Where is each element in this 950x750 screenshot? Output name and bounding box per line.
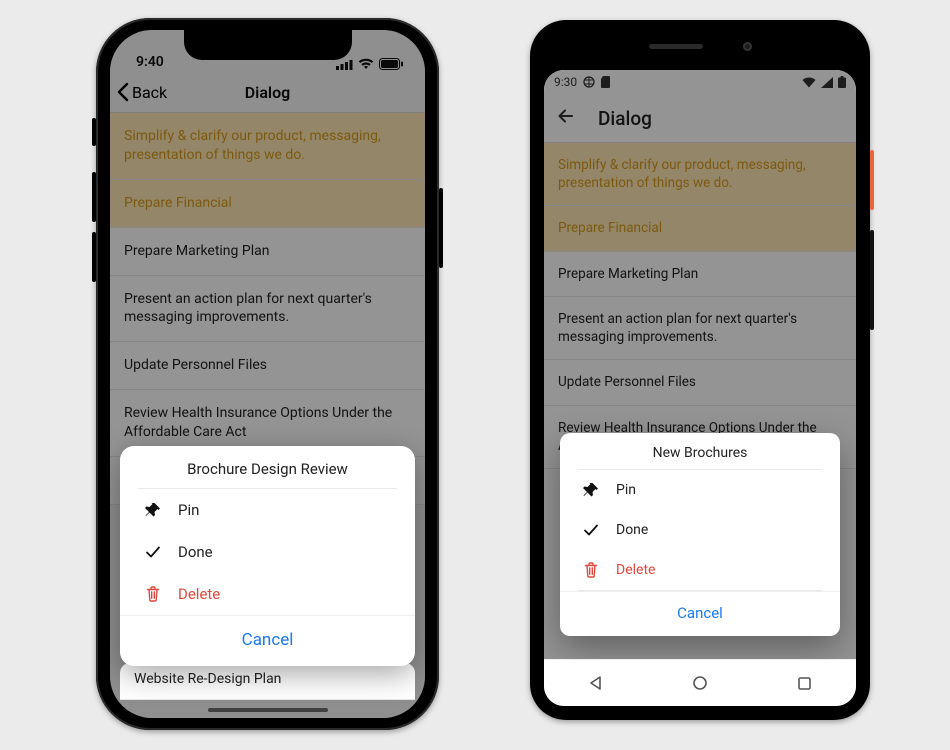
circle-icon [692, 675, 708, 691]
done-action[interactable]: Done [560, 510, 840, 550]
done-label: Done [178, 543, 213, 561]
list-item-label: Website Re-Design Plan [134, 671, 281, 687]
triangle-left-icon [588, 675, 604, 691]
iphone-side-button [92, 118, 96, 146]
android-dialog: New Brochures Pin Done Delete [560, 433, 840, 636]
square-icon [797, 676, 812, 691]
list-item-peek: Website Re-Design Plan [120, 663, 415, 700]
cancel-button[interactable]: Cancel [120, 615, 415, 666]
iphone-side-button [92, 232, 96, 282]
iphone-notch [184, 30, 352, 60]
android-power-button [870, 150, 874, 210]
done-label: Done [616, 522, 648, 538]
pin-action[interactable]: Pin [120, 489, 415, 531]
trash-icon [582, 561, 600, 579]
nav-home-button[interactable] [691, 674, 709, 692]
ios-action-sheet: Brochure Design Review Pin Done Delete [120, 446, 415, 666]
android-device-frame: 9:30 Dialog Simplify & clarify our produ… [530, 20, 870, 720]
pin-icon [144, 501, 162, 519]
nav-recent-button[interactable] [795, 674, 813, 692]
iphone-side-button [439, 188, 443, 268]
front-camera [743, 42, 752, 51]
android-volume-button [870, 230, 874, 330]
delete-action[interactable]: Delete [120, 573, 415, 615]
home-indicator[interactable] [208, 708, 328, 712]
sheet-title: New Brochures [560, 433, 840, 469]
checkmark-icon [582, 521, 600, 539]
delete-label: Delete [178, 585, 220, 603]
nav-back-button[interactable] [587, 674, 605, 692]
delete-label: Delete [616, 562, 655, 578]
speaker-grill [649, 44, 703, 49]
android-nav-bar [544, 659, 856, 706]
pin-label: Pin [616, 482, 636, 498]
pin-label: Pin [178, 501, 199, 519]
iphone-screen: 9:40 Back Dialog Simplify & clarify our … [110, 30, 425, 718]
pin-action[interactable]: Pin [560, 470, 840, 510]
android-screen: 9:30 Dialog Simplify & clarify our produ… [544, 70, 856, 706]
cancel-button[interactable]: Cancel [560, 591, 840, 636]
checkmark-icon [144, 543, 162, 561]
iphone-device-frame: 9:40 Back Dialog Simplify & clarify our … [96, 18, 439, 730]
trash-icon [144, 585, 162, 603]
android-top-bezel [530, 20, 870, 72]
iphone-side-button [92, 172, 96, 222]
sheet-title: Brochure Design Review [120, 446, 415, 488]
done-action[interactable]: Done [120, 531, 415, 573]
delete-action[interactable]: Delete [560, 550, 840, 590]
pin-icon [582, 481, 600, 499]
